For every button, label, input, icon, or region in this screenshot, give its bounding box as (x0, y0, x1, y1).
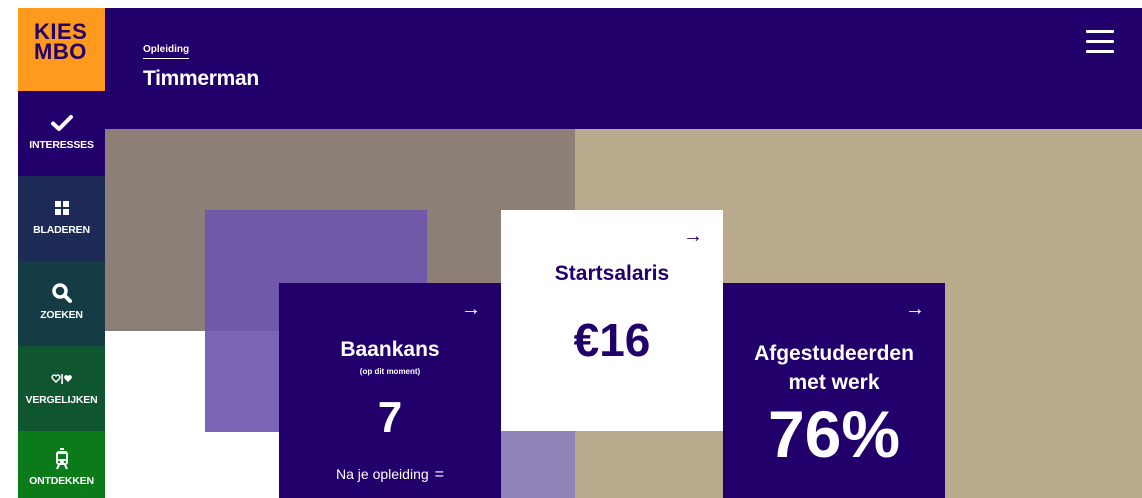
sidebar-item-label: INTERESSES (29, 139, 94, 151)
card-title: Startsalaris (554, 262, 670, 285)
card-value: 7 (377, 393, 403, 442)
grid-icon (54, 201, 69, 215)
sidebar-item-label: ONTDEKKEN (29, 475, 94, 487)
baankans-card[interactable]: → Baankans (op dit moment) 7 Na je oplei… (279, 283, 501, 498)
decorative-square (501, 431, 575, 498)
arrow-right-icon: → (905, 298, 925, 320)
card-footer: Na je opleiding = (279, 466, 501, 484)
card-footer-text: Na je opleiding (336, 466, 429, 482)
card-title: Afgestudeerden met werk (723, 339, 945, 397)
arrow-right-icon: → (683, 225, 703, 247)
card-subtitle: (op dit moment) (359, 367, 421, 376)
card-title-line1: Afgestudeerden (754, 342, 914, 365)
startsalaris-card[interactable]: → Startsalaris €16 (501, 210, 723, 431)
sidebar-item-label: VERGELIJKEN (25, 394, 98, 406)
sidebar-item-ontdekken[interactable]: ONTDEKKEN (18, 431, 105, 498)
hamburger-menu-icon[interactable] (1086, 30, 1114, 54)
card-title: Baankans (340, 338, 440, 361)
card-value: €16 (573, 314, 651, 366)
card-title-line2: met werk (788, 371, 880, 394)
sidebar-item-label: BLADEREN (33, 224, 90, 236)
search-icon (51, 283, 72, 303)
arrow-right-icon: → (461, 298, 481, 320)
sidebar-item-label: ZOEKEN (40, 309, 83, 321)
logo-line2: MBO (34, 39, 87, 64)
sidebar: INTERESSES BLADEREN ZOEKEN VERGELIJKEN O… (18, 91, 105, 498)
equals-icon: = (434, 466, 444, 483)
page: KIES MBO Opleiding Timmerman INTERESSES … (0, 0, 1142, 498)
breadcrumb[interactable]: Opleiding (143, 44, 189, 59)
check-icon (50, 115, 73, 131)
sidebar-item-interesses[interactable]: INTERESSES (18, 91, 105, 176)
compare-hearts-icon (50, 374, 72, 384)
kiesmbo-logo[interactable]: KIES MBO (18, 8, 105, 91)
sidebar-item-zoeken[interactable]: ZOEKEN (18, 261, 105, 346)
page-title: Timmerman (143, 67, 259, 90)
afgestudeerden-card[interactable]: → Afgestudeerden met werk 76% (723, 283, 945, 498)
tram-icon (55, 448, 68, 470)
card-value: 76% (767, 397, 901, 471)
sidebar-item-bladeren[interactable]: BLADEREN (18, 176, 105, 261)
sidebar-item-vergelijken[interactable]: VERGELIJKEN (18, 346, 105, 431)
